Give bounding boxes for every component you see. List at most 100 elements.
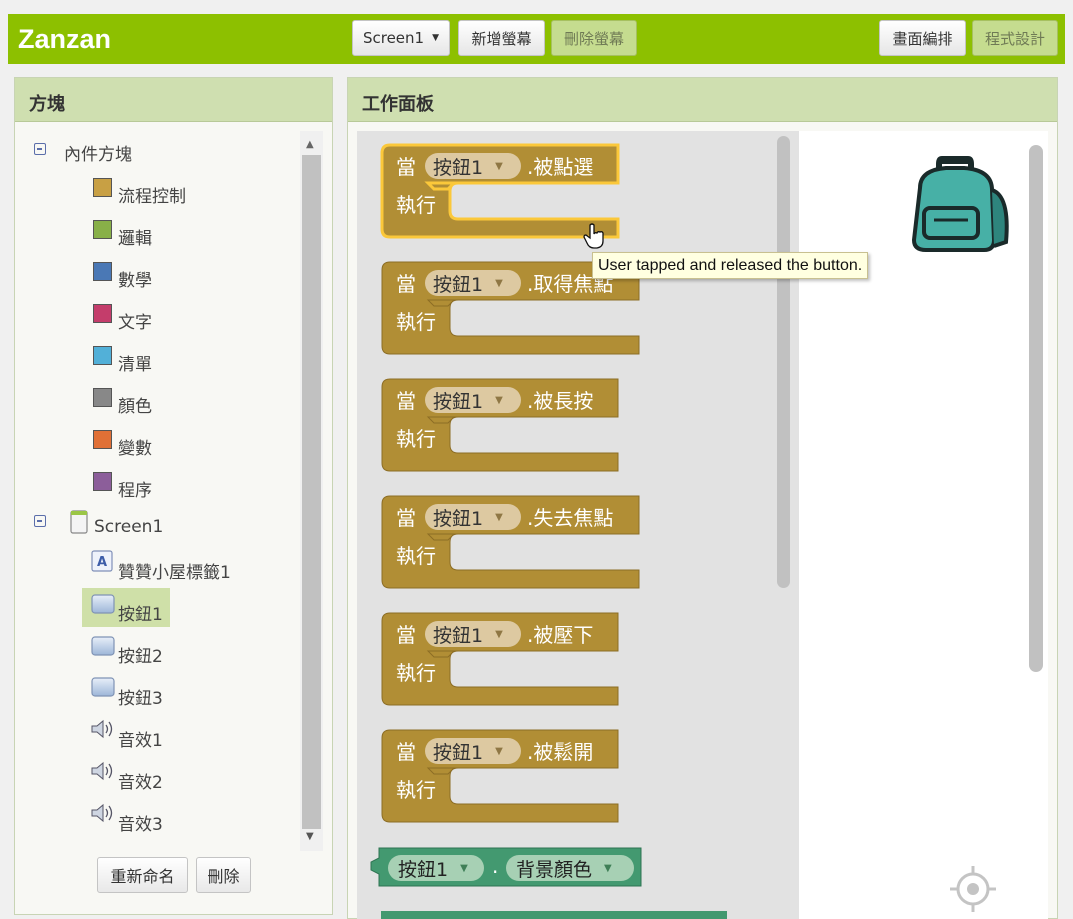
event-component-dropdown[interactable]: 按鈕1 ▼ [425, 738, 521, 764]
category-label: 流程控制 [118, 187, 186, 207]
rename-button[interactable]: 重新命名 [97, 857, 188, 893]
component-name: 贊贊小屋標籤1 [118, 563, 231, 583]
sound-icon [91, 719, 113, 739]
event-tooltip: User tapped and released the button. [592, 252, 869, 279]
variables-color-swatch [93, 430, 112, 449]
event-component-label: 按鈕1 [433, 390, 484, 413]
component-name: 音效1 [118, 731, 163, 751]
event-when-label: 當 [396, 272, 416, 296]
event-component-label: 按鈕1 [433, 273, 484, 296]
event-component-dropdown[interactable]: 按鈕1 ▼ [425, 504, 521, 530]
screen-label[interactable]: Screen1 [94, 517, 163, 537]
event-do-label: 執行 [396, 310, 436, 334]
getter-component-label: 按鈕1 [398, 858, 449, 881]
event-name-label: .被點選 [527, 155, 594, 179]
button-icon [91, 636, 115, 656]
getter-property-dropdown[interactable]: 背景顏色 ▼ [506, 855, 634, 881]
dropdown-arrow-icon: ▼ [495, 160, 503, 172]
flyout-scrollbar-thumb[interactable] [777, 136, 790, 588]
svg-text:A: A [97, 555, 107, 570]
category-label: 清單 [118, 355, 152, 375]
scroll-up-icon[interactable]: ▲ [306, 139, 314, 150]
event-do-label: 執行 [396, 778, 436, 802]
button-icon [91, 594, 115, 614]
sound-icon [91, 761, 113, 781]
math-color-swatch [93, 262, 112, 281]
dropdown-arrow-icon: ▼ [604, 862, 612, 874]
event-component-dropdown[interactable]: 按鈕1 ▼ [425, 621, 521, 647]
lists-color-swatch [93, 346, 112, 365]
collapse-builtin-toggle-icon[interactable] [34, 143, 46, 155]
getter-dot: . [492, 854, 499, 878]
event-name-label: .被長按 [527, 389, 594, 413]
component-name: 按鈕3 [118, 689, 163, 709]
event-do-label: 執行 [396, 193, 436, 217]
text-color-swatch [93, 304, 112, 323]
event-do-label: 執行 [396, 661, 436, 685]
event-component-dropdown[interactable]: 按鈕1 ▼ [425, 270, 521, 296]
sound-icon [91, 803, 113, 823]
category-label: 邏輯 [118, 229, 152, 249]
dropdown-arrow-icon: ▼ [495, 394, 503, 406]
designer-button[interactable]: 畫面編排 [879, 20, 966, 56]
dropdown-arrow-icon: ▼ [460, 862, 468, 874]
tree-scrollbar-thumb[interactable] [302, 155, 321, 829]
label-icon: A [91, 550, 113, 572]
event-when-label: 當 [396, 623, 416, 647]
event-do-label: 執行 [396, 544, 436, 568]
screen-select-dropdown[interactable]: Screen1 ▼ [352, 20, 450, 56]
category-label: 文字 [118, 313, 152, 333]
getter-component-dropdown[interactable]: 按鈕1 ▼ [388, 855, 484, 881]
blocks-editor-button[interactable]: 程式設計 [972, 20, 1058, 56]
add-screen-button[interactable]: 新增螢幕 [458, 20, 545, 56]
component-name: 按鈕1 [118, 605, 163, 625]
event-component-label: 按鈕1 [433, 624, 484, 647]
component-name: 按鈕2 [118, 647, 163, 667]
event-component-label: 按鈕1 [433, 741, 484, 764]
recenter-icon[interactable] [950, 866, 996, 912]
remove-screen-button[interactable]: 刪除螢幕 [551, 20, 637, 56]
event-component-dropdown[interactable]: 按鈕1 ▼ [425, 153, 521, 179]
event-when-label: 當 [396, 389, 416, 413]
workspace-panel-title: 工作面板 [348, 78, 1057, 122]
dropdown-arrow-icon: ▼ [495, 745, 503, 757]
tree-scrollbar[interactable]: ▲ ▼ [300, 131, 323, 851]
dropdown-arrow-icon: ▼ [495, 277, 503, 289]
builtin-blocks-label[interactable]: 內件方塊 [64, 140, 132, 165]
dropdown-arrow-icon: ▼ [495, 628, 503, 640]
screen-icon [70, 510, 88, 534]
control-color-swatch [93, 178, 112, 197]
event-name-label: .被壓下 [527, 623, 594, 647]
category-label: 程序 [118, 481, 152, 501]
procedures-color-swatch [93, 472, 112, 491]
event-when-label: 當 [396, 155, 416, 179]
blocks-panel-title: 方塊 [15, 78, 332, 122]
button-icon [91, 677, 115, 697]
hand-cursor-icon [583, 223, 604, 249]
canvas-scrollbar-thumb[interactable] [1029, 145, 1043, 672]
event-name-label: .被鬆開 [527, 740, 594, 764]
dropdown-arrow-icon: ▼ [495, 511, 503, 523]
component-name: 音效2 [118, 773, 163, 793]
category-label: 變數 [118, 439, 152, 459]
event-component-dropdown[interactable]: 按鈕1 ▼ [425, 387, 521, 413]
scroll-down-icon[interactable]: ▼ [306, 831, 314, 842]
component-name: 音效3 [118, 815, 163, 835]
collapse-screen-toggle-icon[interactable] [34, 515, 46, 527]
event-when-label: 當 [396, 506, 416, 530]
getter-property-label: 背景顏色 [516, 858, 593, 881]
event-component-label: 按鈕1 [433, 507, 484, 530]
category-label: 顏色 [118, 397, 152, 417]
backpack-icon[interactable] [906, 150, 1016, 256]
partial-setter-block[interactable] [381, 911, 727, 919]
category-label: 數學 [118, 271, 152, 291]
logic-color-swatch [93, 220, 112, 239]
app-name: Zanzan [18, 24, 112, 54]
colors-color-swatch [93, 388, 112, 407]
event-when-label: 當 [396, 740, 416, 764]
event-component-label: 按鈕1 [433, 156, 484, 179]
screen-select-label: Screen1 [362, 29, 425, 47]
event-name-label: .失去焦點 [527, 506, 614, 530]
event-do-label: 執行 [396, 427, 436, 451]
delete-button[interactable]: 刪除 [196, 857, 251, 893]
